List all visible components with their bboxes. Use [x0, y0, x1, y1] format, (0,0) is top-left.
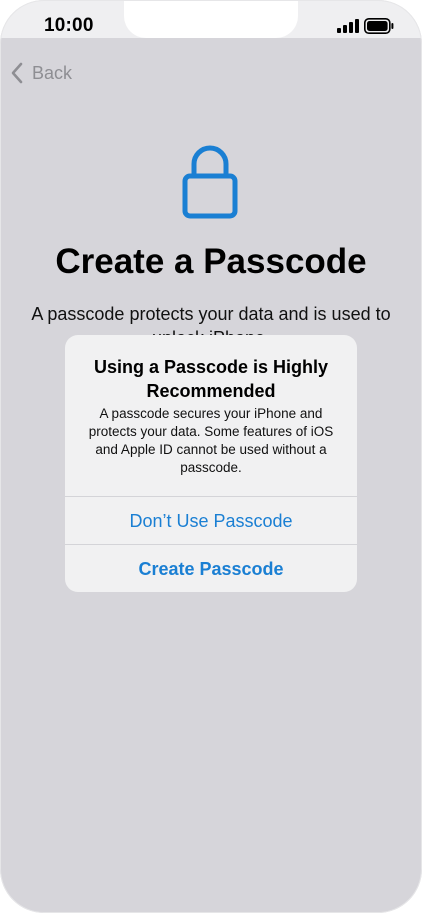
back-label: Back	[32, 62, 73, 83]
phone-screen: 10:00 Back Create a Passcode A passcode …	[0, 0, 422, 913]
page-title: Create a Passcode	[55, 242, 367, 281]
chevron-left-icon	[11, 62, 23, 84]
back-button[interactable]: Back	[10, 62, 72, 84]
notch	[124, 0, 298, 38]
dont-use-passcode-button[interactable]: Don’t Use Passcode	[65, 497, 357, 545]
passcode-alert-dialog: Using a Passcode is Highly Recommended A…	[65, 335, 357, 592]
alert-message: A passcode secures your iPhone and prote…	[88, 406, 334, 475]
lock-icon	[182, 145, 238, 219]
cellular-signal-icon	[337, 19, 359, 33]
status-time: 10:00	[44, 15, 94, 36]
battery-icon	[364, 18, 394, 34]
create-passcode-button[interactable]: Create Passcode	[65, 545, 357, 592]
alert-title: Using a Passcode is Highly Recommended	[93, 357, 329, 401]
